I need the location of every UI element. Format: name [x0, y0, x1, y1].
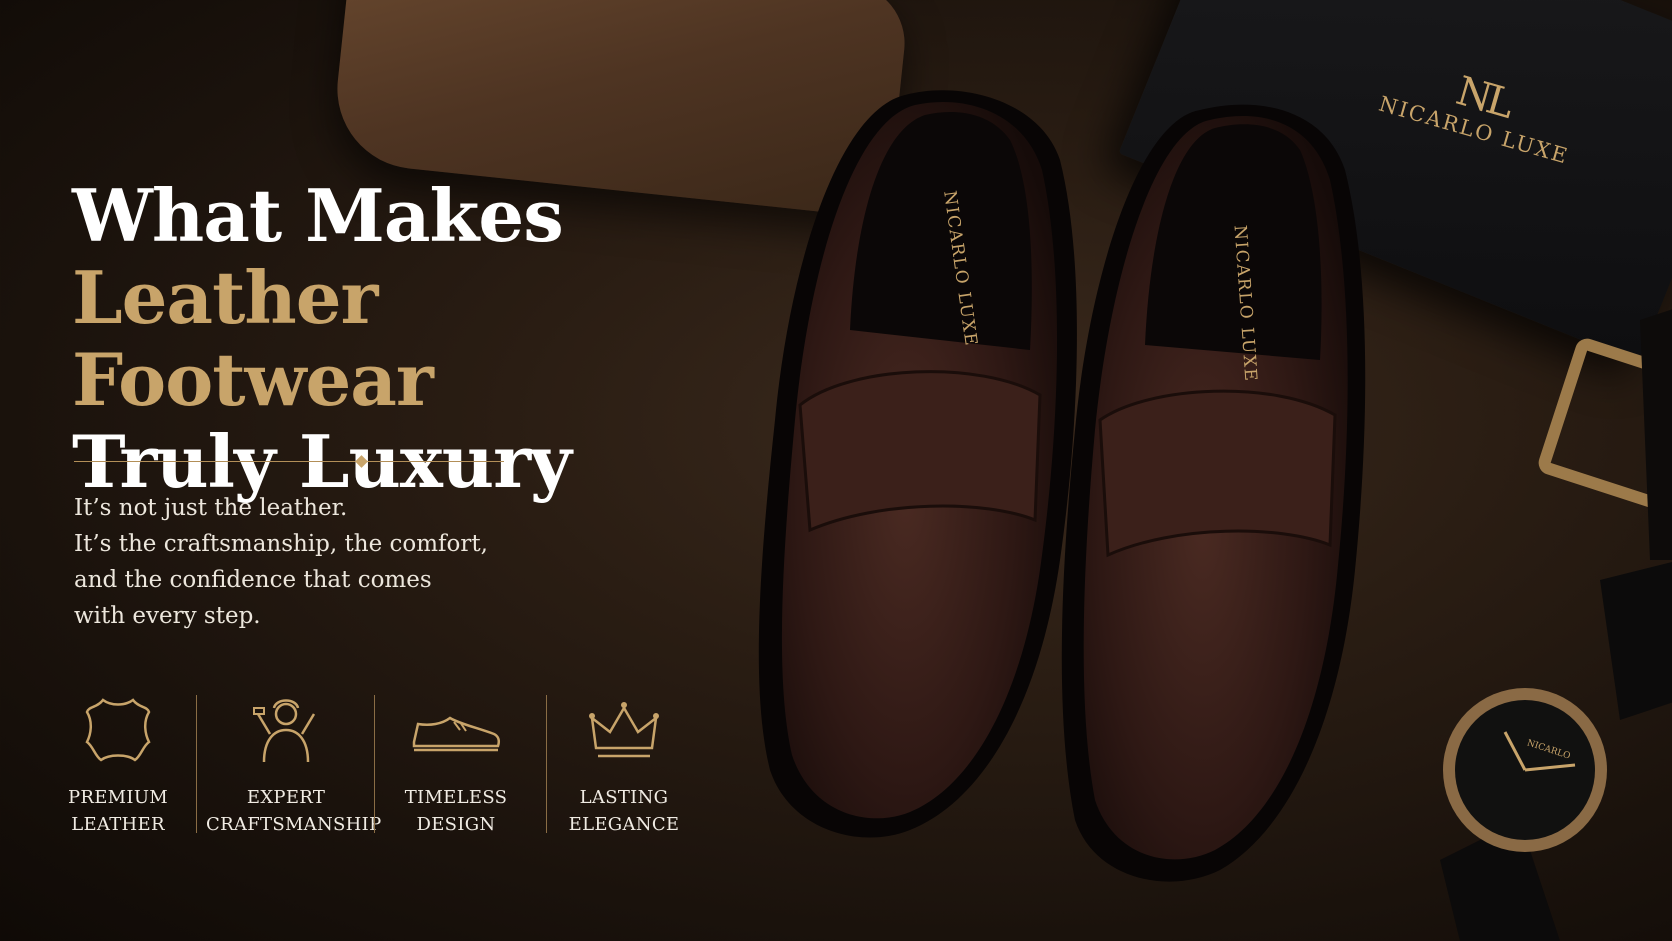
headline: What Makes Leather Footwear Truly Luxury: [72, 175, 712, 503]
feature-separator: [196, 695, 197, 833]
headline-line-1: What Makes: [72, 173, 564, 258]
feature-label-line-2: CRAFTSMANSHIP: [206, 814, 382, 835]
intro-line-2: It’s the craftsmanship, the comfort,: [74, 531, 488, 557]
feature-label: TIMELESS DESIGN: [384, 784, 528, 838]
craftsman-icon: [253, 699, 316, 763]
left-loafer: [758, 90, 1077, 838]
divider-diamond: [355, 455, 368, 468]
feature-label: PREMIUM LEATHER: [58, 784, 178, 838]
feature-label: LASTING ELEGANCE: [556, 784, 692, 838]
intro-paragraph: It’s not just the leather. It’s the craf…: [74, 490, 534, 634]
feature-list: PREMIUM LEATHER EXPERT CRAFTSMANSHIP TIM: [58, 690, 698, 835]
belt-buckle: [1538, 309, 1672, 560]
feature-lasting-elegance: LASTING ELEGANCE: [556, 690, 692, 838]
divider-rule: [74, 461, 504, 462]
gold-divider: [74, 455, 504, 469]
feature-label-line-1: PREMIUM: [67, 787, 169, 808]
feature-separator: [374, 695, 375, 833]
shoe-icon: [412, 716, 501, 752]
intro-line-4: with every step.: [74, 603, 261, 629]
feature-label-line-1: LASTING: [579, 787, 669, 808]
feature-label-line-2: ELEGANCE: [568, 814, 680, 835]
feature-label-line-2: DESIGN: [416, 814, 496, 835]
feature-timeless-design: TIMELESS DESIGN: [384, 690, 528, 838]
intro-line-1: It’s not just the leather.: [74, 495, 348, 521]
feature-label-line-1: TIMELESS: [404, 787, 508, 808]
feature-premium-leather: PREMIUM LEATHER: [58, 690, 178, 838]
feature-expert-craftsmanship: EXPERT CRAFTSMANSHIP: [206, 690, 382, 838]
feature-label-line-2: LEATHER: [71, 814, 165, 835]
headline-line-2: Leather Footwear: [72, 255, 434, 422]
intro-line-3: and the confidence that comes: [74, 567, 432, 593]
crown-icon: [589, 702, 659, 758]
right-loafer: [1061, 104, 1366, 882]
feature-separator: [546, 695, 547, 833]
leather-hide-icon: [85, 698, 151, 762]
feature-label-line-1: EXPERT: [246, 787, 326, 808]
feature-label: EXPERT CRAFTSMANSHIP: [206, 784, 382, 838]
